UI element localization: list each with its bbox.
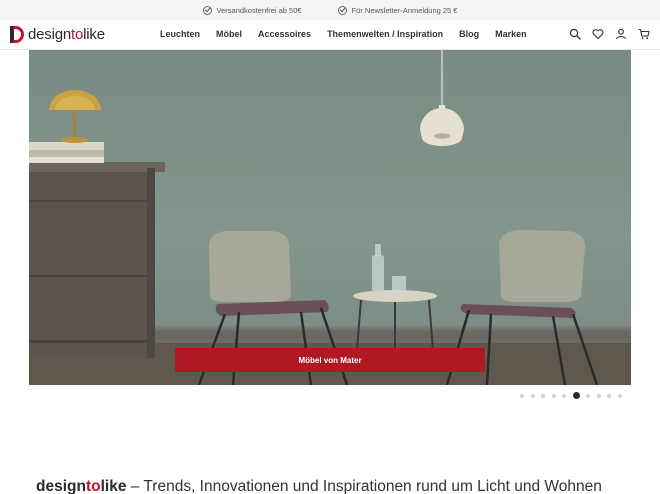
slider-dot[interactable] (596, 393, 601, 398)
slider-dot[interactable] (607, 393, 611, 398)
logo-mark-icon (10, 26, 24, 43)
tagline-brand: designtolike (36, 478, 127, 494)
usp-item-newsletter: Für Newsletter-Anmeldung 25 € (337, 5, 458, 15)
slider-dot[interactable] (586, 393, 590, 398)
slider-dot[interactable] (541, 393, 545, 398)
slider-dot[interactable] (572, 392, 580, 399)
cart-icon[interactable] (638, 28, 650, 40)
slider-dot[interactable] (551, 393, 556, 398)
site-header: designtolike Leuchten Möbel Accessoires … (0, 20, 660, 50)
slider-dot[interactable] (530, 393, 535, 398)
slider-dot[interactable] (562, 393, 566, 398)
slider-dot[interactable] (617, 393, 622, 398)
slider-dot[interactable] (520, 393, 524, 398)
logo-text: designtolike (28, 26, 105, 43)
hero-slider[interactable]: Möbel von Mater (29, 50, 631, 385)
usp-item-shipping: Versandkostenfrei ab 50€ (202, 5, 302, 15)
nav-item-themenwelten[interactable]: Themenwelten / Inspiration (327, 29, 443, 39)
usp-text-shipping: Versandkostenfrei ab 50€ (216, 5, 302, 15)
slider-pagination (520, 392, 622, 399)
search-icon[interactable] (569, 28, 581, 40)
usp-text-newsletter: Für Newsletter-Anmeldung 25 € (351, 5, 458, 15)
page-tagline: designtolike – Trends, Innovationen und … (36, 478, 602, 494)
check-circle-icon (202, 5, 212, 15)
hero-cta-button[interactable]: Möbel von Mater (175, 348, 485, 372)
check-circle-icon (337, 5, 347, 15)
nav-item-moebel[interactable]: Möbel (216, 29, 242, 39)
tagline-text: – Trends, Innovationen und Inspirationen… (126, 478, 602, 494)
header-actions (569, 28, 650, 40)
nav-item-accessoires[interactable]: Accessoires (258, 29, 311, 39)
nav-item-leuchten[interactable]: Leuchten (160, 29, 200, 39)
hero-image (29, 50, 631, 385)
main-nav: Leuchten Möbel Accessoires Themenwelten … (160, 29, 527, 39)
heart-icon[interactable] (592, 28, 604, 40)
nav-item-marken[interactable]: Marken (495, 29, 527, 39)
user-icon[interactable] (615, 28, 627, 40)
usp-bar: Versandkostenfrei ab 50€ Für Newsletter-… (0, 0, 660, 20)
nav-item-blog[interactable]: Blog (459, 29, 479, 39)
logo[interactable]: designtolike (10, 26, 105, 43)
